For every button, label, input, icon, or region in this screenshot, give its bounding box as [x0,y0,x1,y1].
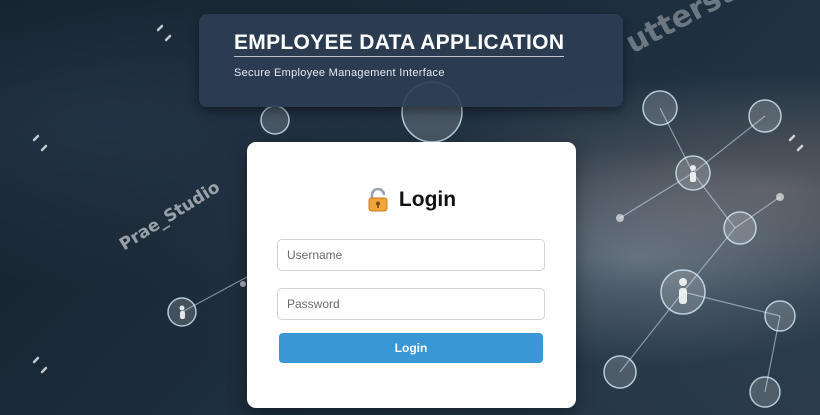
login-button[interactable]: Login [279,333,543,363]
app-title: EMPLOYEE DATA APPLICATION [234,31,565,57]
login-heading: Login [247,188,576,212]
lock-icon [368,188,388,212]
login-card: Login Login [247,142,576,408]
username-input[interactable] [277,239,545,271]
login-title: Login [398,188,457,211]
app-subtitle: Secure Employee Management Interface [234,67,445,79]
app-header: EMPLOYEE DATA APPLICATION Secure Employe… [199,14,623,107]
password-input[interactable] [277,288,545,320]
